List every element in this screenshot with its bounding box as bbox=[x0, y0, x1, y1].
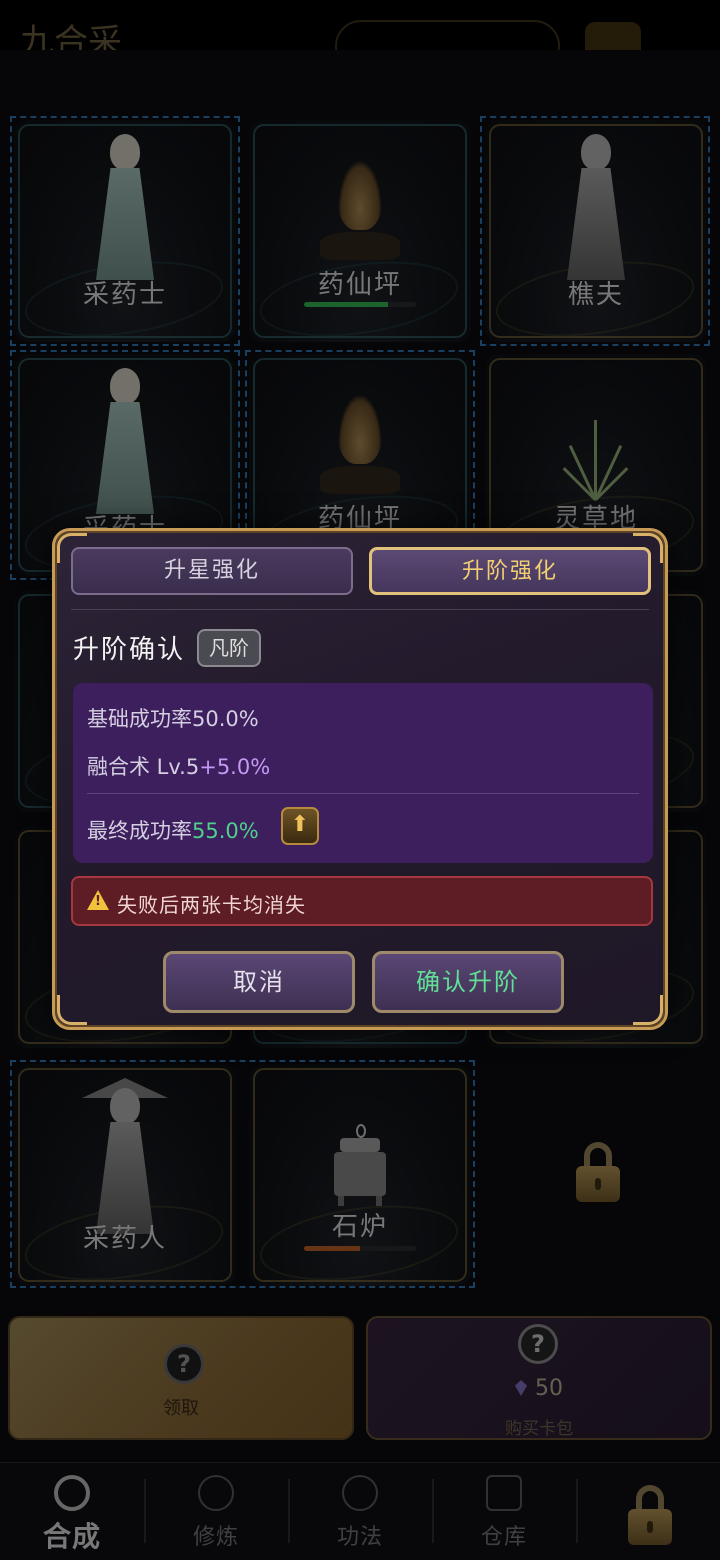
buy-card-pack-label: 购买卡包 bbox=[505, 1419, 573, 1439]
skill-bonus: +5.0% bbox=[199, 755, 271, 779]
divider bbox=[71, 609, 649, 610]
final-rate-row: 最终成功率55.0% bbox=[87, 815, 259, 845]
card-herb-field[interactable]: 药仙坪 bbox=[249, 120, 471, 342]
success-rate-panel: 基础成功率50.0% 融合术 Lv.5+5.0% 最终成功率55.0% bbox=[73, 683, 653, 863]
bottom-panel: ? 领取 ? 50 购买卡包 合成 修炼 功法 仓库 bbox=[0, 1300, 720, 1560]
boost-arrow-icon[interactable] bbox=[281, 807, 319, 845]
lock-icon[interactable] bbox=[576, 1142, 620, 1202]
herb-gatherer-figure bbox=[86, 368, 164, 516]
skill-label: 融合术 Lv.5 bbox=[87, 755, 200, 779]
dialog-title: 升阶确认 bbox=[73, 635, 186, 665]
buy-price: 50 bbox=[368, 1376, 710, 1401]
gold-badge bbox=[585, 22, 641, 50]
herb-gatherer-figure bbox=[86, 134, 164, 282]
confirm-upgrade-button[interactable]: 确认升阶 bbox=[372, 951, 564, 1013]
tab-star-upgrade[interactable]: 升星强化 bbox=[71, 547, 353, 595]
buy-card-pack-button[interactable]: ? 50 购买卡包 bbox=[366, 1316, 712, 1440]
card-label: 樵夫 bbox=[567, 280, 624, 310]
question-icon: ? bbox=[164, 1344, 204, 1384]
herb-picker-figure bbox=[82, 1078, 168, 1236]
stove-icon bbox=[332, 1124, 388, 1208]
claim-button[interactable]: ? 领取 bbox=[8, 1316, 354, 1440]
card-stone-furnace[interactable]: 石炉 bbox=[249, 1064, 471, 1286]
synthesis-icon bbox=[54, 1475, 90, 1511]
nav-tab-synthesis[interactable]: 合成 bbox=[0, 1463, 144, 1560]
tab-rank-upgrade[interactable]: 升阶强化 bbox=[369, 547, 651, 595]
base-rate: 基础成功率50.0% bbox=[87, 707, 259, 731]
nav-tab-techniques[interactable]: 功法 bbox=[288, 1463, 432, 1560]
chest-icon bbox=[486, 1475, 522, 1511]
app-title: 九合采 bbox=[20, 22, 122, 50]
card-label: 采药人 bbox=[82, 1224, 167, 1254]
question-icon: ? bbox=[518, 1324, 558, 1364]
flame-icon bbox=[320, 160, 400, 260]
skill-bonus-row: 融合术 Lv.5+5.0% bbox=[87, 751, 270, 781]
gem-icon bbox=[515, 1380, 527, 1396]
claim-label: 领取 bbox=[163, 1398, 199, 1419]
technique-icon bbox=[342, 1475, 378, 1511]
failure-warning: 失败后两张卡均消失 bbox=[71, 876, 653, 926]
card-herb-picker[interactable]: 采药人 bbox=[14, 1064, 236, 1286]
final-rate-label: 最终成功率 bbox=[87, 819, 192, 843]
card-woodcutter[interactable]: 樵夫 bbox=[485, 120, 707, 342]
card-label: 药仙坪 bbox=[317, 270, 402, 300]
upgrade-dialog: 升星强化 升阶强化 升阶确认 凡阶 基础成功率50.0% 融合术 Lv.5+5.… bbox=[52, 528, 668, 1030]
currency-pill bbox=[335, 20, 560, 50]
cancel-button[interactable]: 取消 bbox=[163, 951, 355, 1013]
rank-badge: 凡阶 bbox=[197, 629, 261, 667]
meditation-icon bbox=[198, 1475, 234, 1511]
top-status-strip: 九合采 bbox=[0, 0, 720, 50]
progress-bar bbox=[304, 302, 416, 307]
bottom-nav: 合成 修炼 功法 仓库 bbox=[0, 1462, 720, 1560]
woodcutter-figure bbox=[557, 134, 635, 282]
card-label: 石炉 bbox=[331, 1212, 388, 1242]
card-label: 采药士 bbox=[82, 280, 167, 310]
locked-nav-lock-icon[interactable] bbox=[628, 1485, 672, 1545]
final-rate-value: 55.0% bbox=[192, 819, 259, 843]
card-herb-gatherer[interactable]: 采药士 bbox=[14, 120, 236, 342]
nav-tab-cultivation[interactable]: 修炼 bbox=[144, 1463, 288, 1560]
progress-bar bbox=[304, 1246, 416, 1251]
nav-tab-warehouse[interactable]: 仓库 bbox=[432, 1463, 576, 1560]
warning-text: 失败后两张卡均消失 bbox=[117, 893, 306, 917]
warning-icon bbox=[87, 890, 109, 910]
flame-icon bbox=[320, 394, 400, 494]
herb-icon bbox=[562, 410, 629, 502]
